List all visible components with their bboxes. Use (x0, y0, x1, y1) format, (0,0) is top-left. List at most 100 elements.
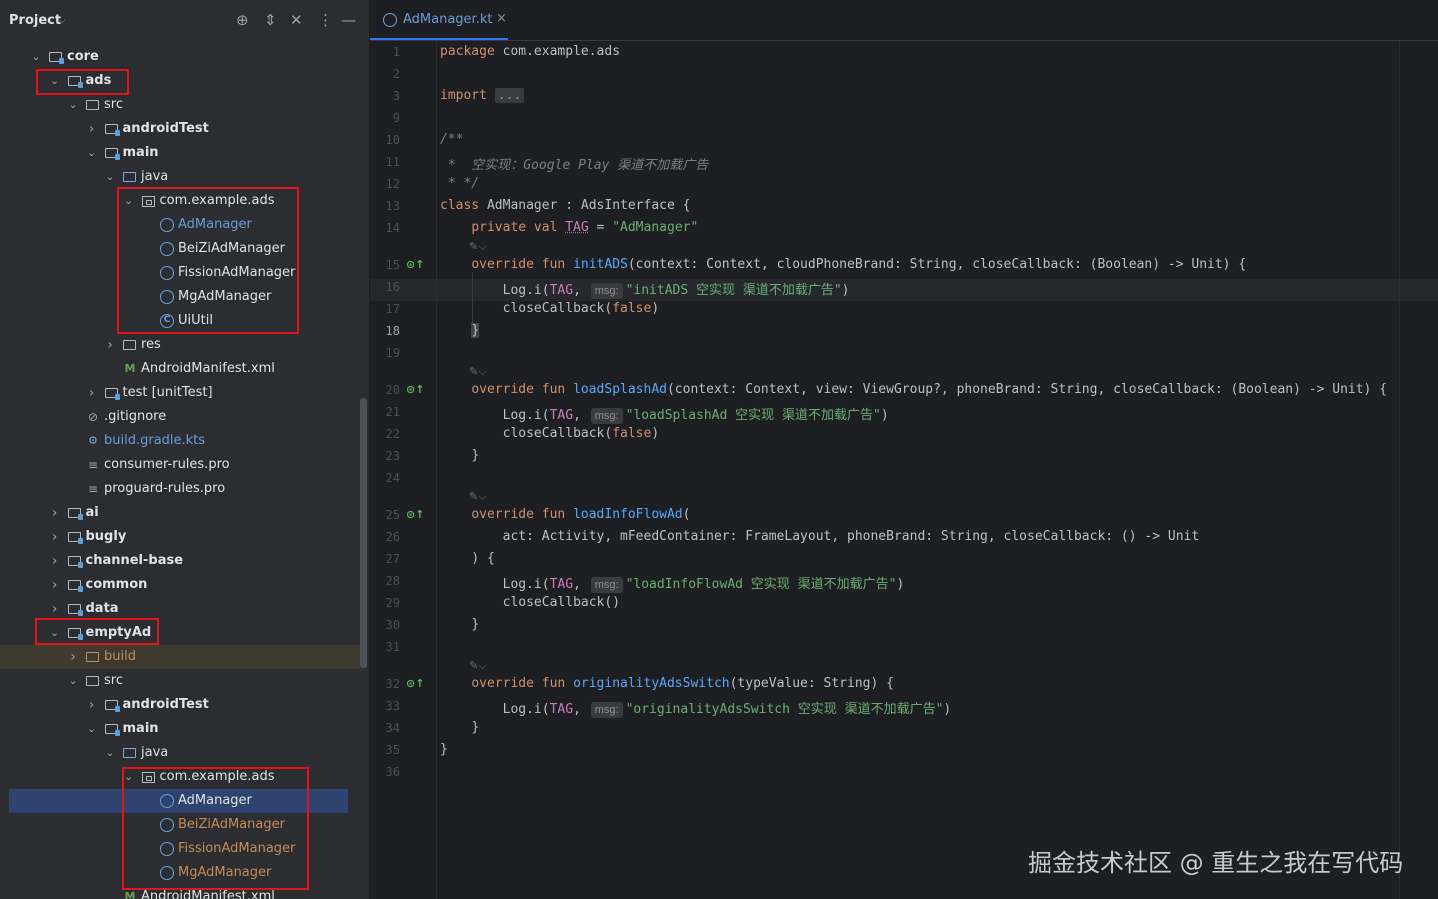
tree-item-fissionadmanager[interactable]: FissionAdManager (0, 837, 360, 861)
function-name: loadSplashAd (573, 382, 667, 397)
tree-item-androidmanifest-xml[interactable]: M AndroidManifest.xml (0, 357, 360, 381)
folder-icon (123, 340, 136, 350)
tree-item-build[interactable]: › build (0, 645, 360, 669)
chevron-down-icon[interactable]: ⌄ (86, 717, 98, 741)
line-number: 23 (385, 449, 400, 463)
code-vision-icon[interactable]: ✎⌵ (469, 490, 487, 504)
tree-item-bugly[interactable]: › bugly (0, 525, 360, 549)
tree-item-build-gradle-kts[interactable]: ⚙ build.gradle.kts (0, 429, 360, 453)
tree-item-gitignore[interactable]: ⊘ .gitignore (0, 405, 360, 429)
tree-item-label: MgAdManager (178, 865, 272, 880)
collapse-all-icon[interactable]: ✕ (290, 11, 303, 29)
chevron-right-icon[interactable]: › (67, 645, 79, 669)
chevron-down-icon[interactable]: ⌄ (104, 741, 116, 765)
chevron-right-icon[interactable]: › (104, 333, 116, 357)
tree-item-androidmanifest-xml[interactable]: M AndroidManifest.xml (0, 885, 360, 899)
tree-item-ads[interactable]: ⌄ ads (0, 69, 360, 93)
chevron-right-icon[interactable]: › (49, 573, 61, 597)
code-vision-icon[interactable]: ✎⌵ (469, 240, 487, 254)
tree-item-admanager[interactable]: AdManager (0, 213, 360, 237)
function-name: originalityAdsSwitch (573, 676, 730, 691)
chevron-right-icon[interactable]: › (86, 117, 98, 141)
chevron-right-icon[interactable]: › (49, 549, 61, 573)
override-gutter-icon[interactable]: ⊙↑ (406, 258, 424, 271)
ignore-file-icon: ⊘ (87, 410, 99, 424)
tree-item-admanager[interactable]: AdManager (9, 789, 348, 813)
project-view-selector[interactable]: Project (9, 13, 61, 28)
kotlin-class-icon (160, 818, 174, 832)
kw: override fun (471, 382, 566, 397)
code-area[interactable]: package com.example.ads import ... /** *… (436, 41, 1437, 899)
code-line-28: Log.i(TAG, msg: "loadInfoFlowAd 空实现 渠道不加载… (502, 577, 905, 593)
tree-item-test-unittest[interactable]: › test [unitTest] (0, 381, 360, 405)
close-icon[interactable]: × (496, 11, 507, 26)
tree-item-beiziadmanager[interactable]: BeiZiAdManager (0, 813, 360, 837)
tree-item-mgadmanager[interactable]: MgAdManager (0, 861, 360, 885)
tree-item-core[interactable]: ⌄ core (0, 45, 360, 69)
chevron-down-icon[interactable]: ⌄ (123, 189, 135, 213)
parameter-hint: msg: (590, 702, 623, 718)
paren: ) (651, 301, 660, 316)
chevron-down-icon[interactable]: ⌄ (67, 93, 79, 117)
tree-item-label: FissionAdManager (178, 265, 296, 280)
module-folder-icon (49, 52, 64, 64)
chevron-down-icon[interactable]: ⌵ (58, 13, 66, 27)
crosshair-icon[interactable]: ⊕ (236, 11, 249, 29)
tree-item-data[interactable]: › data (0, 597, 360, 621)
tree-item-uiutil[interactable]: C UiUtil (0, 309, 360, 333)
chevron-right-icon[interactable]: › (49, 525, 61, 549)
chevron-down-icon[interactable]: ⌄ (30, 45, 42, 69)
tree-item-androidtest[interactable]: › androidTest (0, 693, 360, 717)
tree-item-fissionadmanager[interactable]: FissionAdManager (0, 261, 360, 285)
tree-item-com-example-ads[interactable]: ⌄ com.example.ads (0, 189, 360, 213)
tree-item-channel-base[interactable]: › channel-base (0, 549, 360, 573)
tree-item-consumer-rules-pro[interactable]: ≡ consumer-rules.pro (0, 453, 360, 477)
override-gutter-icon[interactable]: ⊙↑ (406, 383, 424, 396)
chevron-down-icon[interactable]: ⌄ (104, 165, 116, 189)
tree-item-label: BeiZiAdManager (178, 817, 285, 832)
chevron-right-icon[interactable]: › (86, 693, 98, 717)
chevron-down-icon[interactable]: ⌄ (67, 669, 79, 693)
tree-item-common[interactable]: › common (0, 573, 360, 597)
chevron-down-icon[interactable]: ⌄ (49, 621, 61, 645)
tree-item-emptyad[interactable]: ⌄ emptyAd (0, 621, 360, 645)
source-folder-icon (123, 172, 136, 182)
folded-imports[interactable]: ... (494, 88, 525, 103)
more-options-icon[interactable]: ⋮ (318, 11, 333, 29)
tree-item-res[interactable]: › res (0, 333, 360, 357)
tree-item-main[interactable]: ⌄ main (0, 141, 360, 165)
tree-item-mgadmanager[interactable]: MgAdManager (0, 285, 360, 309)
chevron-right-icon[interactable]: › (86, 381, 98, 405)
kotlin-class-icon (160, 266, 174, 280)
line-number: 36 (385, 765, 400, 779)
tree-item-androidtest[interactable]: › androidTest (0, 117, 360, 141)
scrollbar-thumb[interactable] (360, 398, 367, 668)
tab-admanager-kt[interactable]: AdManager.kt × (370, 0, 508, 40)
code-vision-icon[interactable]: ✎⌵ (469, 365, 487, 379)
tree-item-java[interactable]: ⌄ java (0, 165, 360, 189)
manifest-icon: M (124, 890, 136, 899)
tree-item-main[interactable]: ⌄ main (0, 717, 360, 741)
override-gutter-icon[interactable]: ⊙↑ (406, 508, 424, 521)
code-vision-icon[interactable]: ✎⌵ (469, 659, 487, 673)
line-number-gutter: 1 2 3 9 10 11 12 13 14 15 ⊙↑ 16 17 18 19 20 ⊙↑ 21 22 23 24 25… (370, 41, 436, 899)
tree-item-src[interactable]: ⌄ src (0, 669, 360, 693)
module-folder-icon (67, 556, 83, 568)
chevron-right-icon[interactable]: › (49, 597, 61, 621)
tree-item-proguard-rules-pro[interactable]: ≡ proguard-rules.pro (0, 477, 360, 501)
expand-all-icon[interactable]: ⇕ (264, 11, 277, 29)
tree-item-src[interactable]: ⌄ src (0, 93, 360, 117)
chevron-down-icon[interactable]: ⌄ (123, 765, 135, 789)
minimize-icon[interactable]: — (341, 11, 356, 29)
source-folder-icon (123, 748, 136, 758)
module-folder-icon (104, 388, 120, 400)
chevron-down-icon[interactable]: ⌄ (86, 141, 98, 165)
chevron-down-icon[interactable]: ⌄ (49, 69, 61, 93)
tree-item-ai[interactable]: › ai (0, 501, 360, 525)
override-gutter-icon[interactable]: ⊙↑ (406, 677, 424, 690)
string-literal: "initADS 空实现 渠道不加载广告" (625, 283, 842, 298)
tree-item-java[interactable]: ⌄ java (0, 741, 360, 765)
tree-item-com-example-ads[interactable]: ⌄ com.example.ads (0, 765, 360, 789)
tree-item-beiziadmanager[interactable]: BeiZiAdManager (0, 237, 360, 261)
chevron-right-icon[interactable]: › (49, 501, 61, 525)
